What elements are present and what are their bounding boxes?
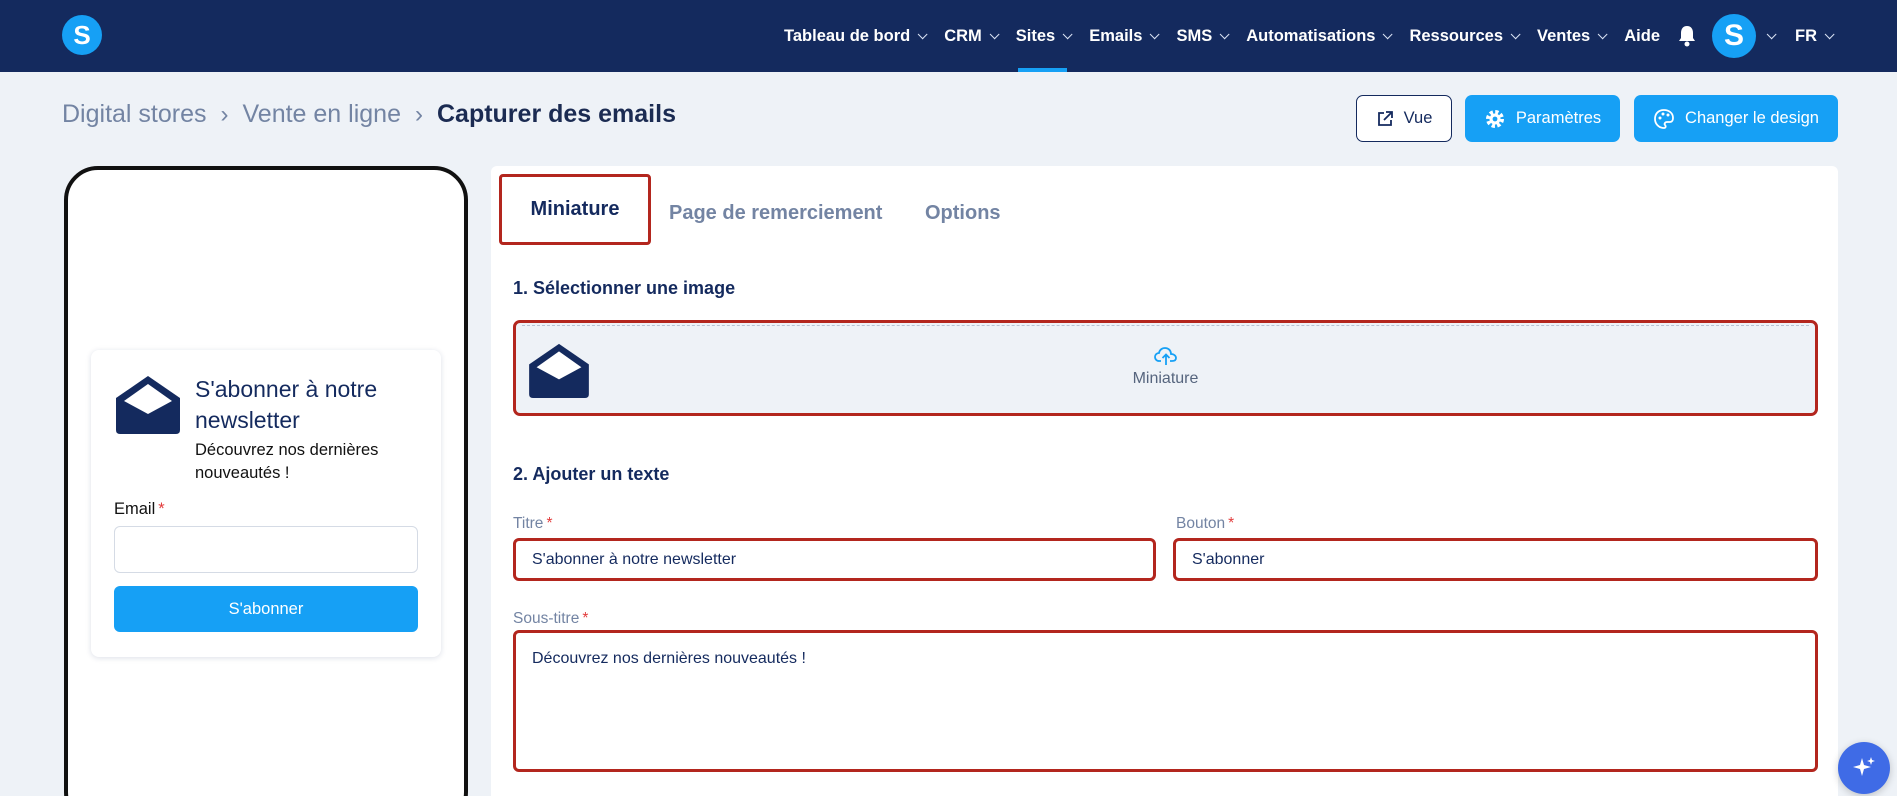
change-design-button[interactable]: Changer le design [1634,95,1838,142]
upload-label: Miniature [1132,370,1199,387]
cloud-upload-icon [1153,347,1177,365]
section-title-image: 1. Sélectionner une image [513,278,736,298]
title-field-label-text: Titre [513,515,544,532]
preview-subscribe-button[interactable]: S'abonner [114,586,418,632]
tab-options[interactable]: Options [925,193,1001,233]
button-field-label: Bouton * [1176,515,1234,533]
nav-item-label: Automatisations [1246,26,1376,45]
preview-email-label-text: Email [114,500,156,518]
sparkles-icon [1853,757,1875,776]
preview-newsletter-card: S'abonner à notre newsletter Découvrez n… [91,350,441,657]
app-logo[interactable]: S [62,15,102,55]
preview-email-input[interactable] [114,526,418,573]
preview-email-label: Email * [114,500,165,519]
chevron-down-icon [1824,28,1835,39]
button-field-label-text: Bouton [1176,515,1226,532]
bell-icon[interactable] [1670,0,1704,72]
subtitle-textarea[interactable]: Découvrez nos dernières nouveautés ! [513,630,1818,772]
tab-miniature[interactable]: Miniature [499,174,651,245]
settings-button[interactable]: Paramètres [1465,95,1620,142]
nav-item-aide[interactable]: Aide [1614,0,1670,72]
required-mark: * [546,515,553,532]
nav-item-label: SMS [1176,26,1213,45]
title-field-label: Titre * [513,515,552,533]
chevron-down-icon [1597,28,1608,39]
nav-item-label: Tableau de bord [784,26,911,45]
ai-assistant-button[interactable] [1838,742,1890,794]
preview-title: S'abonner à notre newsletter [195,376,378,433]
external-link-icon [1377,110,1393,126]
chevron-down-icon [1150,28,1161,39]
required-mark: * [158,500,165,518]
required-mark: * [1228,515,1235,532]
nav-item-label: Emails [1089,26,1143,45]
dashed-divider [522,325,1809,326]
nav-item-ventes[interactable]: Ventes [1527,0,1614,72]
button-text-input[interactable] [1173,538,1818,581]
nav-item-emails[interactable]: Emails [1079,0,1166,72]
nav-item-label: Sites [1015,26,1056,45]
subtitle-field-label-text: Sous-titre [513,610,580,627]
gear-icon [1485,109,1504,128]
change-design-button-label: Changer le design [1685,109,1819,127]
nav-item-label: Ventes [1537,26,1591,45]
chevron-down-icon [989,28,1000,39]
nav-item-crm[interactable]: CRM [934,0,1006,72]
subtitle-field-label: Sous-titre * [513,610,588,628]
chevron-down-icon [1062,28,1073,39]
avatar: S [1712,14,1756,58]
breadcrumb-item-vente-en-ligne[interactable]: Vente en ligne [243,100,401,129]
view-button[interactable]: Vue [1356,95,1452,142]
nav-item-automatisations[interactable]: Automatisations [1236,0,1399,72]
page-title: Capturer des emails [436,100,676,128]
top-navbar: S Tableau de bord CRM Sites Emails SMS A… [0,0,1897,72]
nav-item-label: Aide [1624,26,1660,45]
language-label: FR [1795,26,1817,45]
title-input[interactable] [513,538,1156,581]
required-mark: * [582,610,589,627]
envelope-open-icon [116,376,180,434]
editor-panel: Miniature Page de remerciement Options 1… [491,166,1838,796]
chevron-down-icon [1383,28,1394,39]
nav-item-sms[interactable]: SMS [1166,0,1236,72]
section-title-text: 2. Ajouter un texte [513,464,670,484]
breadcrumb-item-digital-stores[interactable]: Digital stores [62,100,207,129]
chevron-down-icon [917,28,928,39]
chevron-down-icon [1766,28,1777,39]
nav-item-label: Ressources [1409,26,1504,45]
palette-icon [1654,108,1674,129]
preview-subtitle: Découvrez nos dernières nouveautés ! [195,441,379,482]
nav-item-ressources[interactable]: Ressources [1399,0,1527,72]
user-menu[interactable]: S [1712,0,1785,72]
chevron-down-icon [1219,28,1230,39]
language-selector[interactable]: FR [1785,0,1841,72]
tab-thank-you-page[interactable]: Page de remerciement [669,193,882,233]
image-upload-zone[interactable]: Miniature [513,320,1818,416]
chevron-right-icon: › [220,100,229,128]
nav-item-label: CRM [944,26,982,45]
view-button-label: Vue [1403,109,1433,127]
main-nav: Tableau de bord CRM Sites Emails SMS Aut… [774,0,1841,72]
breadcrumb: Digital stores › Vente en ligne › Captur… [62,100,676,129]
settings-button-label: Paramètres [1515,109,1602,127]
chevron-right-icon: › [414,100,423,128]
nav-item-sites[interactable]: Sites [1006,0,1079,72]
nav-item-tableau-de-bord[interactable]: Tableau de bord [774,0,934,72]
upload-action[interactable]: Miniature [516,346,1815,388]
chevron-down-icon [1510,28,1521,39]
